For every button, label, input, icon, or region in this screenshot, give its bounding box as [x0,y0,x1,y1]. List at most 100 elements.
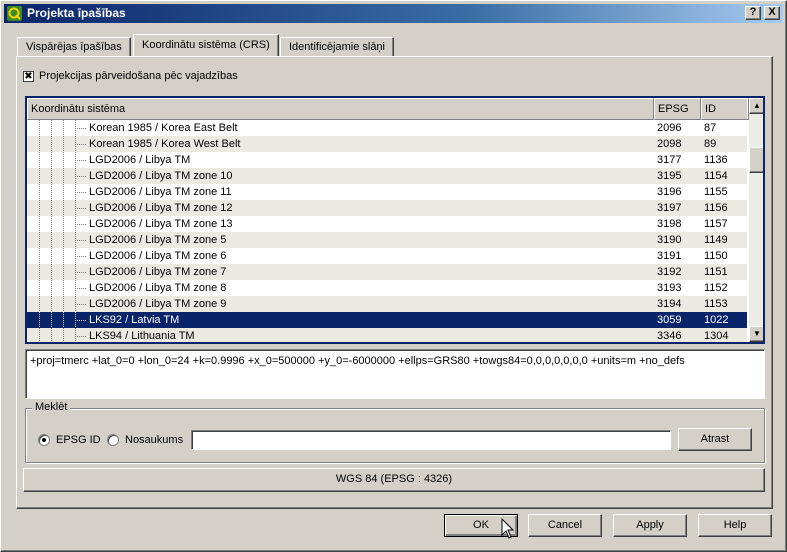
reprojection-label: Projekcijas pārveidošana pēc vajadzības [39,70,238,82]
crs-tree-row[interactable]: Korean 1985 / Korea West Belt 2098 89 [27,136,747,152]
tab-identifiable-layers-label: Identificējamie slāņi [289,41,385,53]
search-input[interactable] [191,430,671,450]
tree-branch-line [75,160,87,161]
crs-name-cell: LGD2006 / Libya TM zone 11 [89,186,232,198]
tab-identifiable-layers[interactable]: Identificējamie slāņi [280,37,394,56]
tree-guide-line [63,184,64,200]
tab-general[interactable]: Vispārējas īpašības [17,37,131,56]
epsg-cell: 3191 [657,250,682,262]
crs-tree-row[interactable]: LKS94 / Lithuania TM 3346 1304 [27,328,747,342]
tab-crs[interactable]: Koordinātu sistēma (CRS) [133,34,279,56]
crs-tree-row[interactable]: LGD2006 / Libya TM zone 11 3196 1155 [27,184,747,200]
epsg-cell: 3194 [657,298,682,310]
tree-guide-line [63,216,64,232]
search-group: Meklēt EPSG ID Nosaukums Atrast [25,401,765,463]
epsg-cell: 3177 [657,154,682,166]
tree-guide-line [51,216,52,232]
crs-tree-row[interactable]: LGD2006 / Libya TM zone 12 3197 1156 [27,200,747,216]
crs-tree-row[interactable]: LGD2006 / Libya TM zone 10 3195 1154 [27,168,747,184]
radio-epsg-id[interactable] [38,434,50,446]
cancel-button[interactable]: Cancel [528,514,602,537]
help-titlebar-button[interactable]: ? [745,6,761,20]
epsg-cell: 3346 [657,330,682,342]
window-title: Projekta īpašības [27,6,126,20]
crs-tree[interactable]: Koordinātu sistēma EPSG ID Korean 1985 /… [25,96,765,344]
column-header-id[interactable]: ID [701,98,749,120]
crs-name-cell: LGD2006 / Libya TM zone 6 [89,250,227,262]
crs-tree-scrollbar[interactable]: ▲ ▼ [749,98,763,342]
scroll-down-icon[interactable]: ▼ [749,326,763,342]
tree-guide-line [63,264,64,280]
apply-button[interactable]: Apply [613,514,687,537]
crs-tree-row[interactable]: LGD2006 / Libya TM zone 5 3190 1149 [27,232,747,248]
tree-guide-line [51,168,52,184]
crs-tree-rows: Korean 1985 / Korea East Belt 2096 87 Korea… [27,120,747,342]
tree-guide-line [39,120,40,136]
id-cell: 1157 [704,218,728,230]
epsg-cell: 3197 [657,202,682,214]
epsg-cell: 2096 [657,122,682,134]
id-cell: 1154 [704,170,728,182]
tree-guide-line [51,264,52,280]
column-header-epsg[interactable]: EPSG [654,98,701,120]
epsg-cell: 2098 [657,138,682,150]
tree-guide-line [63,328,64,342]
epsg-cell: 3195 [657,170,682,182]
crs-name-cell: Korean 1985 / Korea West Belt [89,138,241,150]
tree-branch-line [75,144,87,145]
id-cell: 1151 [704,266,728,278]
radio-name[interactable] [107,434,119,446]
reprojection-checkbox[interactable]: ✖ [23,71,34,82]
scroll-up-icon[interactable]: ▲ [749,98,763,114]
radio-selected-dot [42,438,46,442]
tree-guide-line [51,136,52,152]
tree-guide-line [63,152,64,168]
crs-tree-row[interactable]: LGD2006 / Libya TM zone 9 3194 1153 [27,296,747,312]
crs-tree-row[interactable]: Korean 1985 / Korea East Belt 2096 87 [27,120,747,136]
tree-guide-line [51,312,52,328]
crs-tree-row[interactable]: LGD2006 / Libya TM zone 8 3193 1152 [27,280,747,296]
column-header-crs[interactable]: Koordinātu sistēma [27,98,654,120]
crs-tree-row[interactable]: LGD2006 / Libya TM 3177 1136 [27,152,747,168]
id-cell: 1156 [704,202,728,214]
title-bar[interactable]: Projekta īpašības ? X [4,4,783,23]
id-cell: 1152 [704,282,728,294]
id-cell: 1150 [704,250,728,262]
crs-name-cell: LGD2006 / Libya TM zone 13 [89,218,233,230]
epsg-cell: 3059 [657,314,682,326]
tree-branch-line [75,176,87,177]
epsg-cell: 3198 [657,218,682,230]
find-button[interactable]: Atrast [678,428,752,451]
crs-name-cell: LKS92 / Latvia TM [89,314,180,326]
tree-guide-line [51,280,52,296]
crs-name-cell: LGD2006 / Libya TM zone 12 [89,202,233,214]
crs-tree-row[interactable]: LKS92 / Latvia TM 3059 1022 [27,312,747,328]
tree-branch-line [75,256,87,257]
tab-general-label: Vispārējas īpašības [26,41,122,53]
tree-guide-line [39,280,40,296]
close-button[interactable]: X [764,6,780,20]
tree-guide-line [63,280,64,296]
id-cell: 1153 [704,298,728,310]
tree-guide-line [39,184,40,200]
tree-guide-line [51,232,52,248]
id-cell: 1155 [704,186,728,198]
crs-name-cell: LGD2006 / Libya TM zone 10 [89,170,233,182]
epsg-cell: 3196 [657,186,682,198]
tree-guide-line [39,200,40,216]
tree-guide-line [51,248,52,264]
search-group-title: Meklēt [32,401,71,413]
tree-guide-line [39,248,40,264]
tree-branch-line [75,128,87,129]
crs-tree-row[interactable]: LGD2006 / Libya TM zone 7 3192 1151 [27,264,747,280]
id-cell: 1149 [704,234,728,246]
tree-branch-line [75,304,87,305]
crs-tree-row[interactable]: LGD2006 / Libya TM zone 6 3191 1150 [27,248,747,264]
help-button[interactable]: Help [698,514,772,537]
tree-guide-line [63,232,64,248]
scroll-thumb[interactable] [749,147,763,173]
tree-guide-line [63,168,64,184]
crs-tree-row[interactable]: LGD2006 / Libya TM zone 13 3198 1157 [27,216,747,232]
tree-guide-line [39,312,40,328]
tree-guide-line [51,152,52,168]
